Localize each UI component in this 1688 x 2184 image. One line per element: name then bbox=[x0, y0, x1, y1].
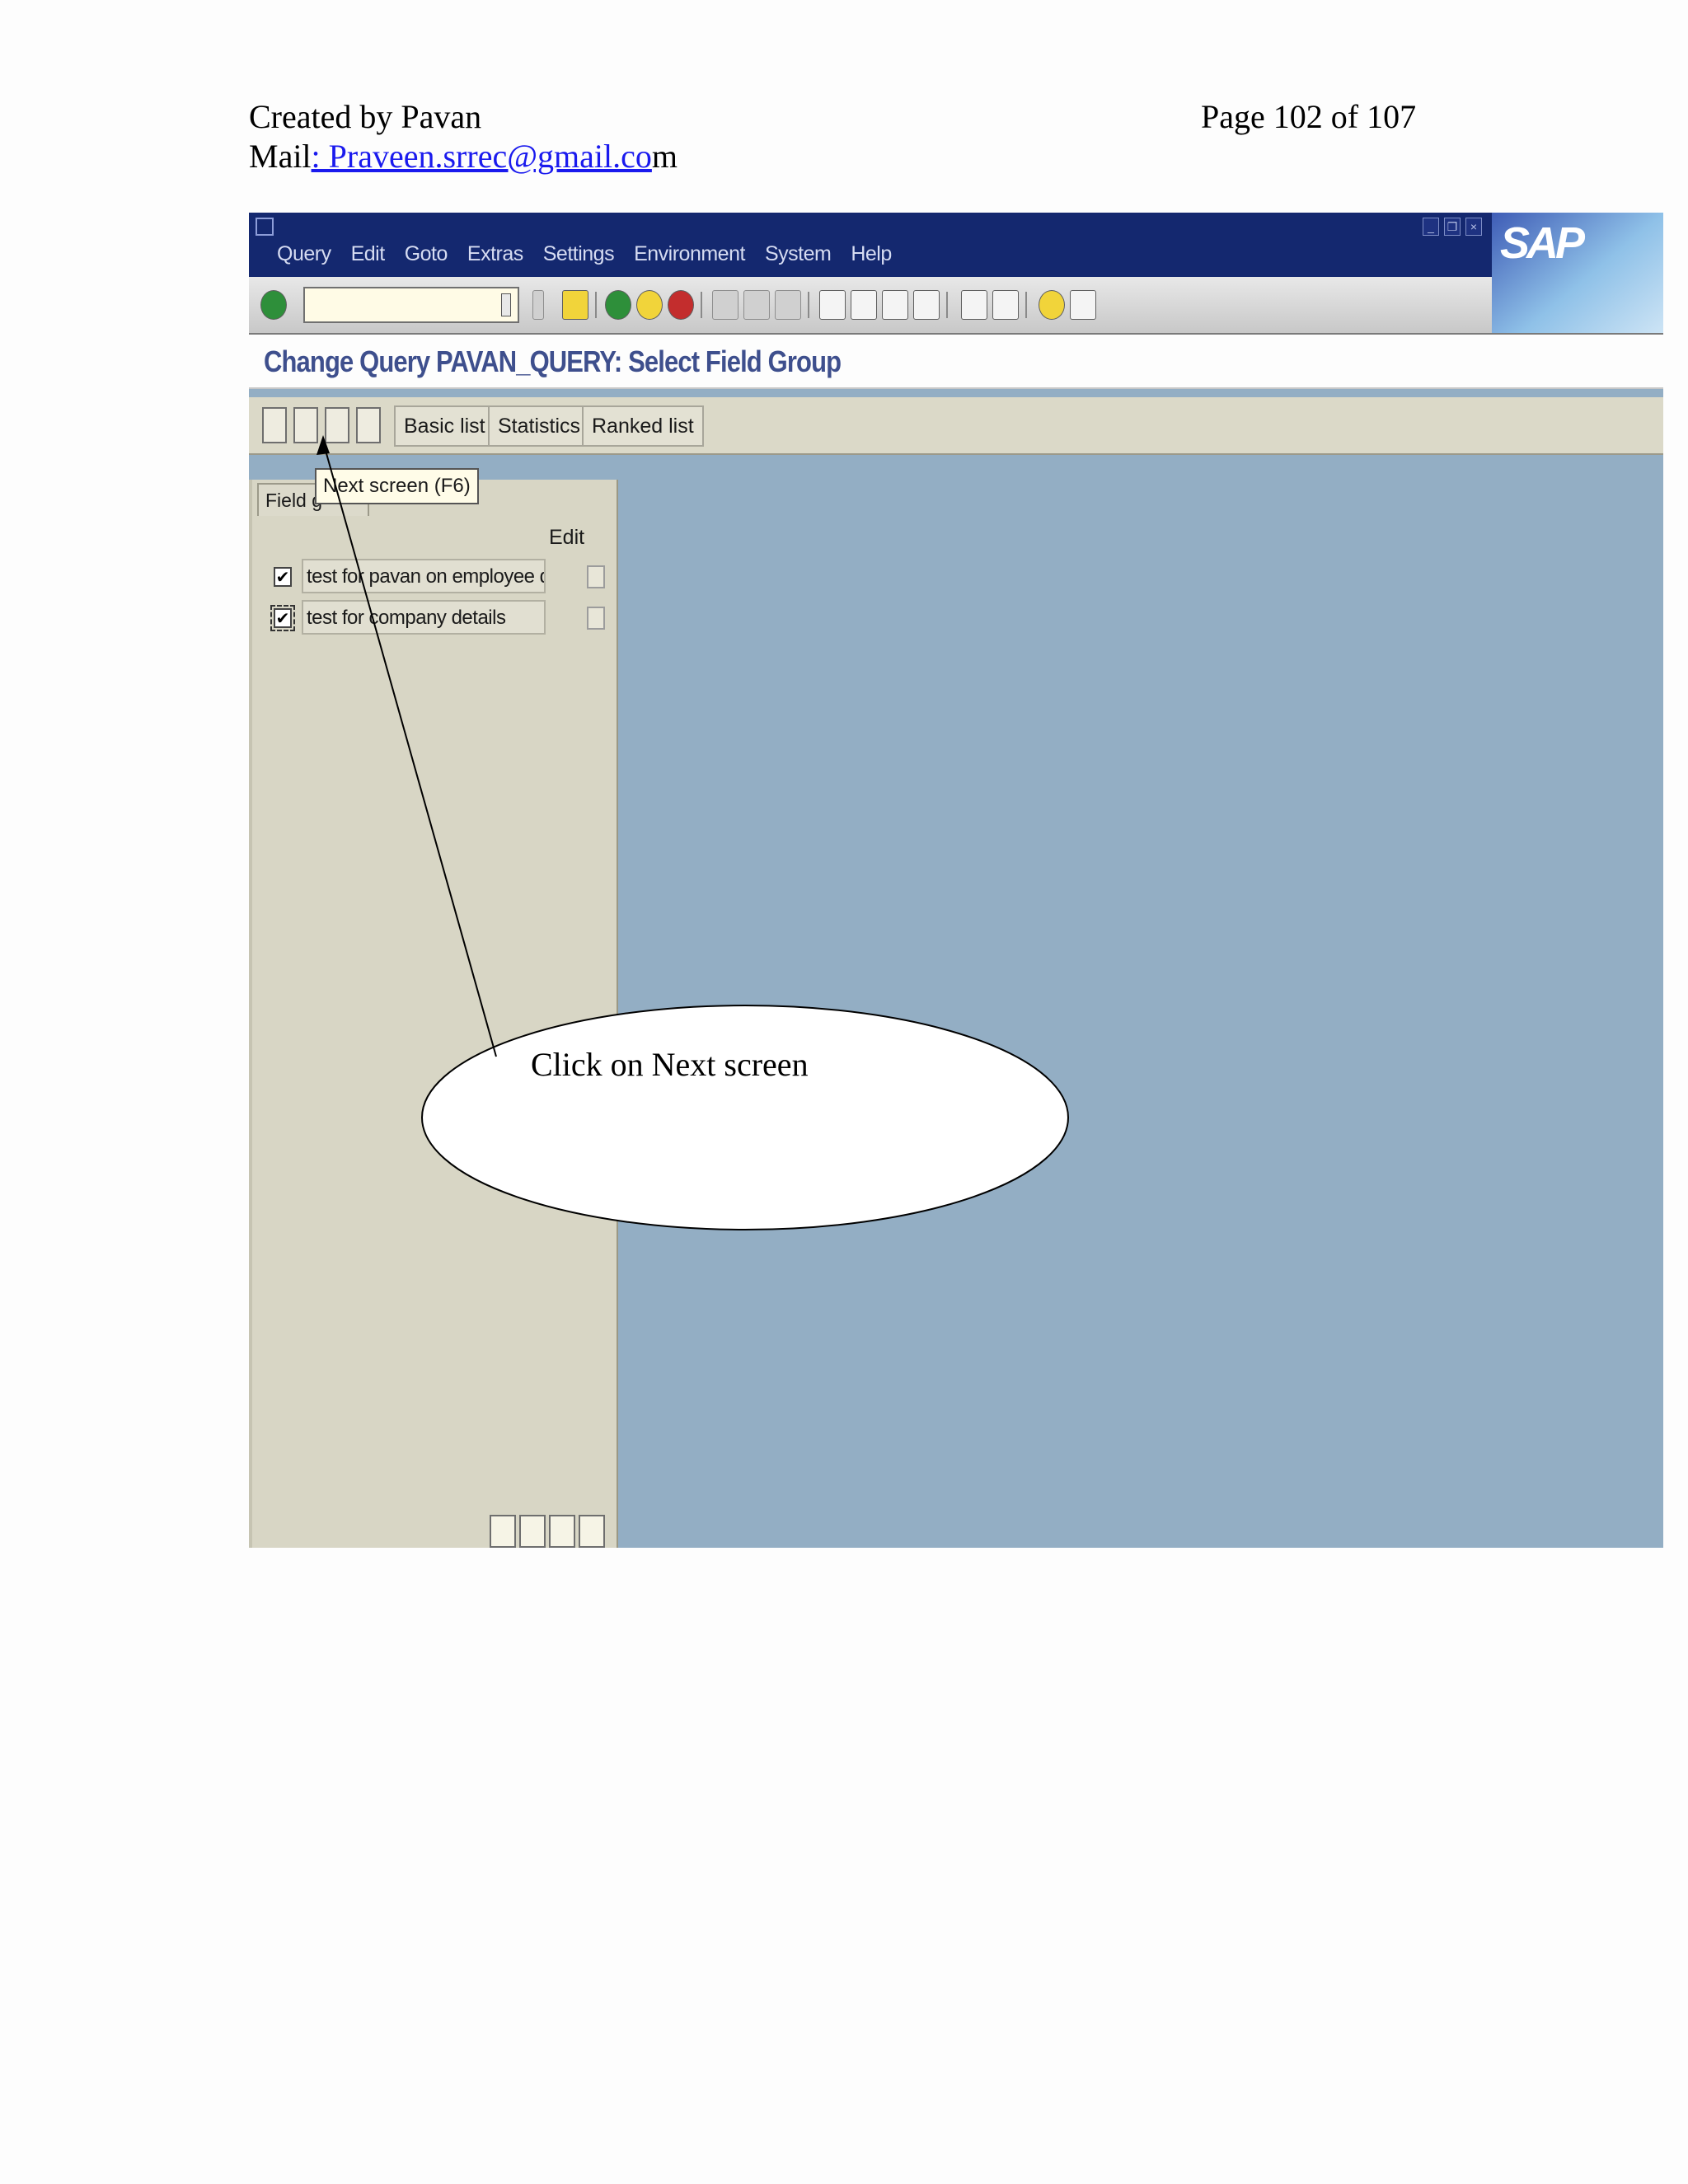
mail-prefix: Mail bbox=[249, 138, 312, 175]
callout-ellipse bbox=[421, 1005, 1069, 1230]
mail-suffix: m bbox=[651, 138, 678, 175]
callout-annotation bbox=[316, 435, 1069, 1230]
page-number: Page 102 of 107 bbox=[1201, 98, 1417, 135]
mail-link[interactable]: : Praveen.srrec@gmail.co bbox=[312, 138, 652, 175]
mail-line: Mail: Praveen.srrec@gmail.com bbox=[249, 137, 1419, 176]
callout-text: Click on Next screen bbox=[531, 1046, 809, 1083]
callout-arrowhead bbox=[316, 435, 330, 455]
callout-arrow-line bbox=[322, 441, 497, 1057]
document-header: Created by Pavan Page 102 of 107 Mail: P… bbox=[249, 97, 1419, 176]
sap-screenshot: Query Edit Goto Extras Settings Environm… bbox=[249, 213, 1663, 1548]
